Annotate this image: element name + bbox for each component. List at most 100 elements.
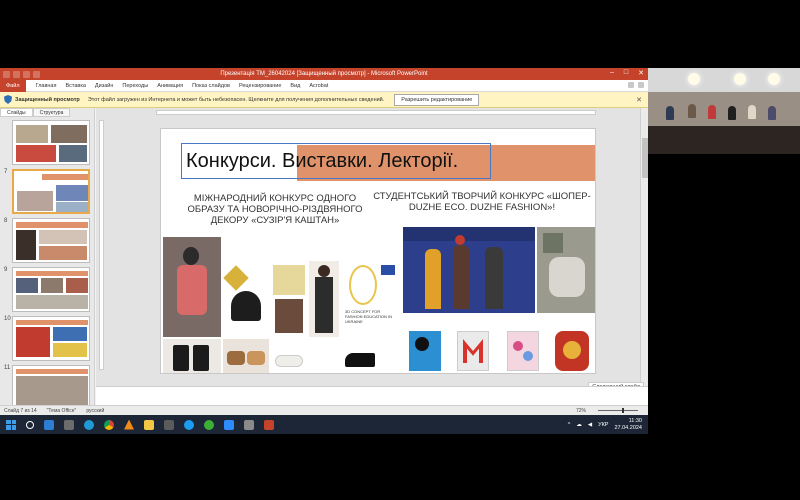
- clock-date: 27.04.2024: [614, 424, 642, 431]
- zoom-level[interactable]: 72%: [576, 408, 586, 414]
- status-bar: Слайд 7 из 14 "Тема Office" русский 72%: [0, 405, 648, 415]
- slide-counter: Слайд 7 из 14: [4, 407, 37, 414]
- photo-shoes-pair: [223, 339, 269, 373]
- wechat-icon[interactable]: [204, 419, 214, 430]
- app-icon[interactable]: [244, 419, 254, 430]
- workspace: Слайды Структура 7 8 9 10 11 Конкурси. В…: [0, 108, 648, 410]
- tote-bag-blue: [405, 317, 445, 373]
- shield-icon: [4, 95, 12, 104]
- windows-taskbar: ^ ☁ ◀ УКР 11:30 27.04.2024: [0, 415, 648, 434]
- vertical-ruler: [99, 120, 104, 370]
- theme-name: "Тема Office": [46, 407, 77, 414]
- photo-award-ceremony: [403, 227, 535, 313]
- photo-shoe-cream: [271, 339, 307, 373]
- tab-file[interactable]: Файл: [0, 79, 26, 92]
- tab-view[interactable]: Вид: [290, 83, 309, 89]
- keyboard-language[interactable]: УКР: [598, 422, 608, 428]
- person: [728, 106, 736, 120]
- tab-slides[interactable]: Слайды: [0, 108, 33, 117]
- slide-title-box[interactable]: Конкурси. Виставки. Лекторії.: [181, 143, 491, 179]
- slide-thumbnail-9[interactable]: 9: [4, 267, 90, 313]
- slide-title: Конкурси. Виставки. Лекторії.: [186, 149, 459, 172]
- webcam-video-feed: [648, 68, 800, 154]
- powerpoint-icon[interactable]: [264, 419, 274, 430]
- close-icon[interactable]: ✕: [636, 96, 642, 104]
- enable-editing-button[interactable]: Разрешить редактирование: [394, 93, 480, 106]
- windows-start-icon[interactable]: [6, 419, 16, 430]
- slide-thumbnail-10[interactable]: 10: [4, 316, 90, 362]
- ceiling-lamp: [768, 73, 780, 85]
- image-competition-logo: [223, 261, 269, 337]
- photo-boots: [163, 339, 221, 373]
- skype-icon[interactable]: [184, 419, 194, 430]
- person: [688, 104, 696, 118]
- tab-animations[interactable]: Анимация: [157, 83, 192, 89]
- maximize-icon[interactable]: □: [624, 69, 628, 77]
- protected-view-bar: Защищенный просмотр Этот файл загружен и…: [0, 92, 648, 108]
- zoom-slider-handle[interactable]: [622, 408, 624, 413]
- volume-icon[interactable]: ◀: [588, 422, 592, 428]
- protected-view-message[interactable]: Этот файл загружен из Интернета и может …: [88, 97, 385, 103]
- chrome-icon[interactable]: [104, 419, 114, 430]
- clock[interactable]: 11:30 27.04.2024: [614, 418, 642, 432]
- zoom-icon[interactable]: [224, 419, 234, 430]
- left-heading: МІЖНАРОДНИЙ КОНКУРС ОДНОГО ОБРАЗУ ТА НОВ…: [187, 193, 363, 226]
- right-heading: СТУДЕНТСЬКИЙ ТВОРЧИЙ КОНКУРС «ШОПЕР-DUZH…: [373, 191, 591, 213]
- store-icon[interactable]: [164, 419, 174, 430]
- person: [768, 106, 776, 120]
- cloud-icon[interactable]: ☁: [576, 422, 582, 428]
- search-icon[interactable]: [26, 420, 34, 429]
- letterbox-top: [0, 0, 800, 68]
- edge-icon[interactable]: [84, 419, 94, 430]
- vlc-icon[interactable]: [124, 419, 134, 430]
- tab-slideshow[interactable]: Показ слайдов: [192, 83, 239, 89]
- tab-outline[interactable]: Структура: [32, 108, 71, 117]
- tab-transitions[interactable]: Переходы: [122, 83, 157, 89]
- tab-acrobat[interactable]: Acrobat: [309, 83, 337, 89]
- letterbox-bottom: [0, 434, 800, 500]
- slide-editor: Конкурси. Виставки. Лекторії. МІЖНАРОДНИ…: [96, 108, 648, 392]
- title-bar: Презентація ТМ_26042024 [Защищенный прос…: [0, 68, 648, 80]
- ribbon-tabs: Файл Главная Вставка Дизайн Переходы Ани…: [0, 79, 648, 92]
- tab-design[interactable]: Дизайн: [95, 83, 123, 89]
- bag-embroidered: [549, 317, 595, 373]
- chevron-up-icon[interactable]: ^: [568, 422, 571, 428]
- camera-icon[interactable]: [64, 419, 74, 430]
- poster-yellow: [271, 261, 307, 337]
- protected-view-label: Защищенный просмотр: [15, 96, 80, 103]
- ceiling-lamp: [688, 73, 700, 85]
- slides-pane: Слайды Структура 7 8 9 10 11: [0, 108, 95, 410]
- photo-grey-bag: [537, 227, 595, 313]
- tab-home[interactable]: Главная: [36, 83, 66, 89]
- tab-insert[interactable]: Вставка: [65, 83, 94, 89]
- zoom-slider[interactable]: [598, 408, 638, 413]
- vertical-scrollbar[interactable]: [640, 108, 648, 386]
- file-explorer-icon[interactable]: [144, 419, 154, 430]
- system-tray: ^ ☁ ◀ УКР 11:30 27.04.2024: [568, 415, 642, 434]
- tab-review[interactable]: Рецензирование: [239, 83, 290, 89]
- language-indicator: русский: [86, 407, 105, 414]
- ribbon-right-icons: [628, 82, 644, 88]
- current-slide[interactable]: Конкурси. Виставки. Лекторії. МІЖНАРОДНИ…: [160, 128, 596, 374]
- help-icon[interactable]: [638, 82, 644, 88]
- collapse-ribbon-icon[interactable]: [628, 82, 634, 88]
- slide-thumbnail[interactable]: [4, 120, 90, 166]
- poster-3d-concept: 3D CONCEPT FOR FASHION EDUCATION IN UKRA…: [343, 261, 397, 337]
- photo-fashion-model: [163, 237, 221, 337]
- notes-pane[interactable]: [96, 386, 648, 405]
- close-icon[interactable]: ✕: [638, 69, 644, 77]
- ceiling-lamp: [734, 73, 746, 85]
- person: [748, 105, 756, 119]
- clock-time: 11:30: [628, 417, 642, 424]
- photo-model-dress: [309, 261, 339, 337]
- pane-tabs: Слайды Структура: [0, 108, 94, 117]
- horizontal-ruler: [156, 110, 596, 115]
- window-title: Презентація ТМ_26042024 [Защищенный прос…: [220, 71, 428, 77]
- tote-bag-red-m: [451, 317, 495, 373]
- person: [666, 106, 674, 120]
- photo-black-heels: [341, 339, 381, 373]
- minimize-icon[interactable]: –: [610, 69, 614, 77]
- slide-thumbnail-7[interactable]: 7: [4, 169, 90, 215]
- slide-thumbnail-8[interactable]: 8: [4, 218, 90, 264]
- mail-icon[interactable]: [44, 419, 54, 430]
